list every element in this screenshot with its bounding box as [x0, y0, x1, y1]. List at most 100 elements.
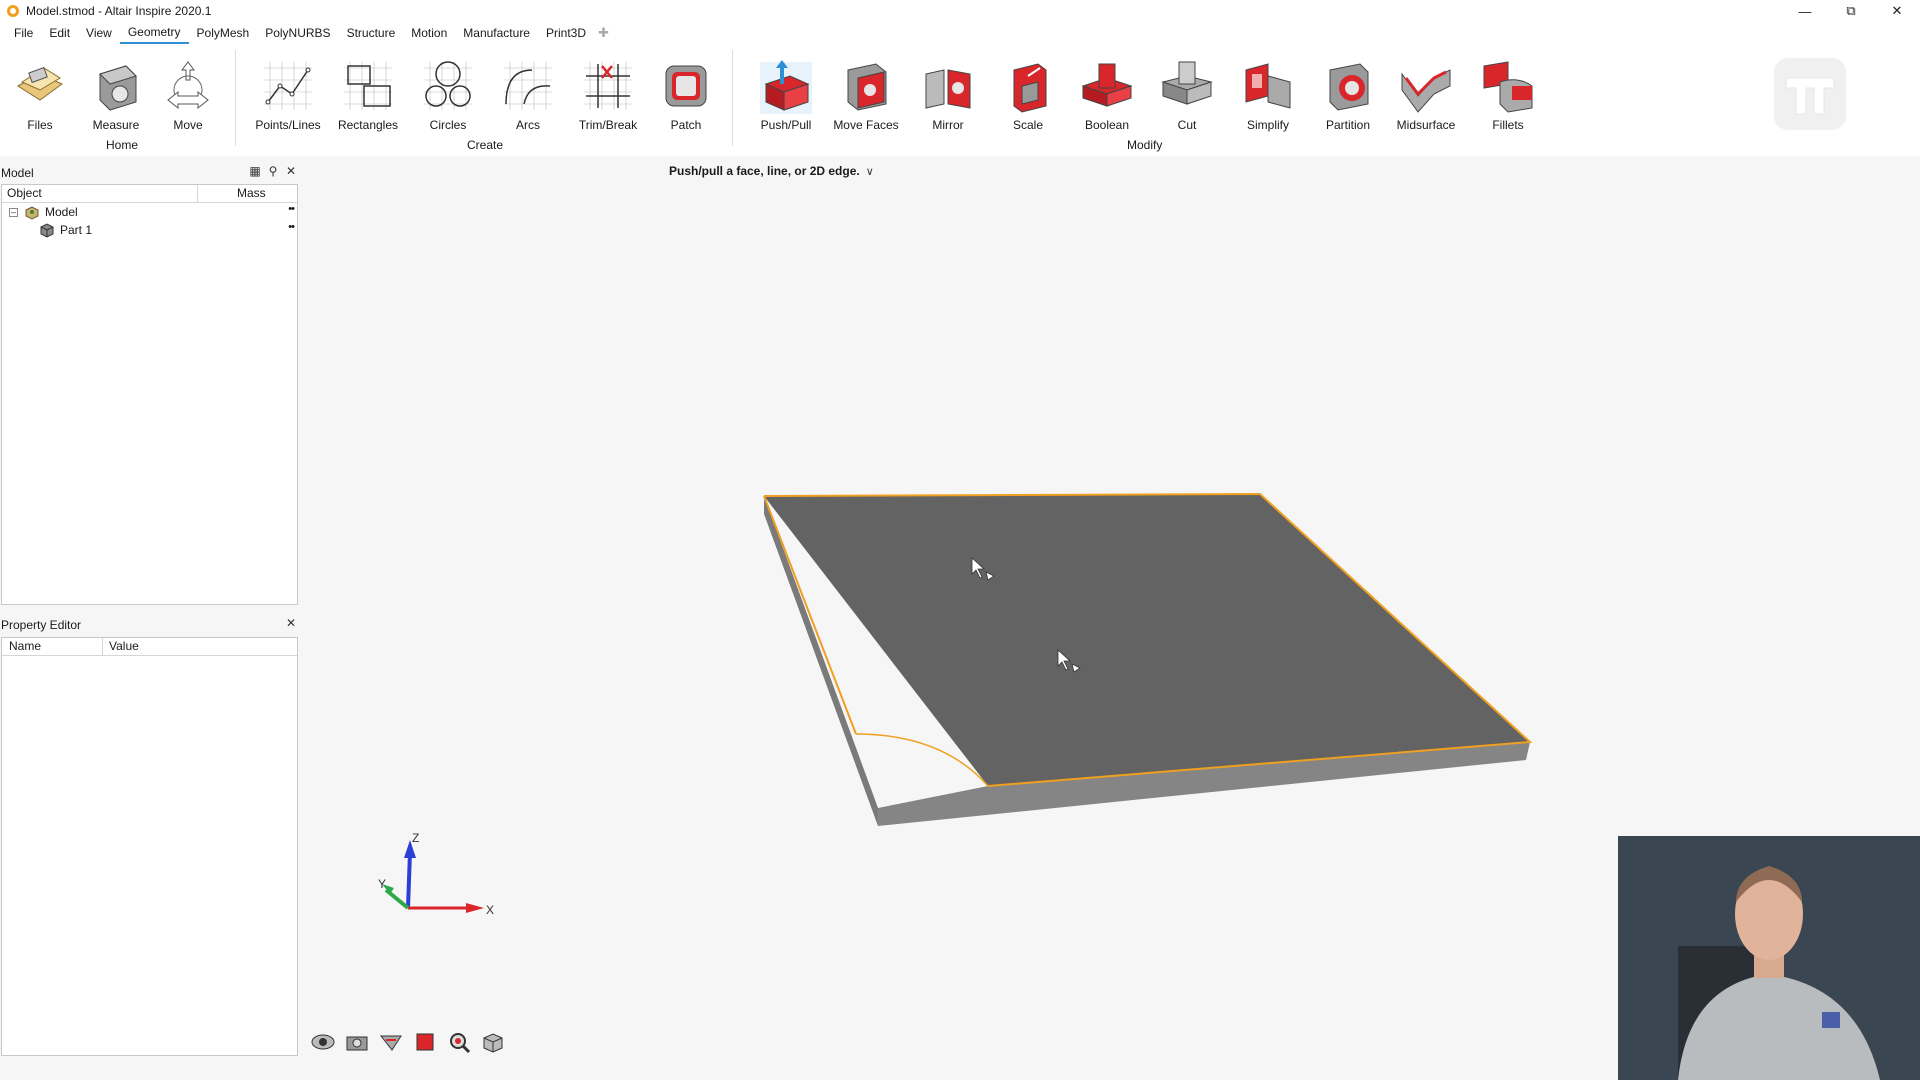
circles-button[interactable]: Circles — [410, 56, 486, 132]
tool-hint-text: Push/pull a face, line, or 2D edge. — [669, 164, 860, 178]
measure-label: Measure — [92, 118, 140, 132]
column-mass[interactable]: Mass — [198, 185, 297, 202]
model-icon — [25, 206, 39, 220]
rectangles-button[interactable]: Rectangles — [330, 56, 406, 132]
boolean-icon — [1081, 63, 1133, 107]
cut-icon — [1161, 61, 1213, 105]
points-lines-label: Points/Lines — [255, 118, 321, 132]
partition-button[interactable]: Partition — [1310, 56, 1386, 132]
cut-button[interactable]: Cut — [1149, 56, 1225, 132]
property-editor-icons: ✕ — [284, 616, 298, 630]
altair-pi-logo — [1774, 58, 1846, 130]
push-pull-icon — [760, 60, 812, 114]
midsurface-label: Midsurface — [1396, 118, 1456, 132]
trim-break-label: Trim/Break — [578, 118, 638, 132]
minimize-button[interactable]: — — [1782, 0, 1828, 22]
row-options-icon[interactable]: •• — [288, 221, 295, 233]
ribbon: Files Measure Move Home Points/Lines Rec… — [0, 44, 1920, 156]
tab-polynurbs[interactable]: PolyNURBS — [257, 22, 338, 44]
column-object[interactable]: Object — [2, 185, 198, 202]
column-value[interactable]: Value — [103, 638, 297, 655]
property-editor-title: Property Editor — [1, 618, 82, 632]
section-cut-icon[interactable] — [378, 1030, 404, 1054]
tab-geometry[interactable]: Geometry — [119, 22, 189, 44]
close-button[interactable]: ✕ — [1874, 0, 1920, 22]
tree-label: Model — [45, 205, 78, 219]
mirror-button[interactable]: Mirror — [910, 56, 986, 132]
collapse-icon[interactable]: – — [9, 207, 18, 217]
move-faces-icon — [847, 63, 887, 111]
fillets-label: Fillets — [1492, 118, 1524, 132]
tree-row-model[interactable]: – Model •• — [2, 203, 297, 221]
tab-manufacture[interactable]: Manufacture — [455, 22, 538, 44]
filter-icon[interactable]: ▦ — [248, 164, 262, 178]
visibility-icon[interactable] — [310, 1030, 336, 1054]
tab-motion[interactable]: Motion — [403, 22, 455, 44]
tool-hint: Push/pull a face, line, or 2D edge. ∨ — [669, 164, 874, 178]
tab-polymesh[interactable]: PolyMesh — [189, 22, 258, 44]
add-tab-icon[interactable]: ✚ — [598, 25, 609, 41]
menu-edit[interactable]: Edit — [41, 22, 78, 44]
group-home-label: Home — [106, 138, 139, 152]
ribbon-separator — [732, 50, 733, 146]
group-modify-label: Modify — [1127, 138, 1163, 152]
camera-icon[interactable] — [344, 1030, 370, 1054]
view-cube-icon[interactable] — [480, 1030, 506, 1054]
points-lines-button[interactable]: Points/Lines — [250, 56, 326, 132]
trim-break-button[interactable]: Trim/Break — [570, 56, 646, 132]
column-name[interactable]: Name — [2, 638, 103, 655]
simplify-button[interactable]: Simplify — [1230, 56, 1306, 132]
simplify-icon — [1245, 63, 1291, 109]
arcs-label: Arcs — [516, 118, 540, 132]
row-options-icon[interactable]: •• — [288, 203, 295, 215]
triad-y-label: Y — [378, 877, 386, 891]
partition-label: Partition — [1325, 118, 1371, 132]
move-button[interactable]: Move — [150, 56, 226, 132]
menu-view[interactable]: View — [78, 22, 120, 44]
chevron-down-icon[interactable]: ∨ — [866, 165, 874, 178]
patch-button[interactable]: Patch — [648, 56, 724, 132]
window-title: Model.stmod - Altair Inspire 2020.1 — [26, 4, 212, 18]
files-button[interactable]: Files — [2, 56, 78, 132]
app-window: Model.stmod - Altair Inspire 2020.1 — ⧉ … — [0, 0, 1920, 1080]
move-icon — [167, 61, 209, 110]
triad-x-label: X — [486, 903, 494, 917]
model-3d-view[interactable] — [740, 480, 1540, 840]
plate-top-face[interactable] — [764, 494, 1530, 786]
push-pull-label: Push/Pull — [760, 118, 812, 132]
model-browser: Object Mass – Model •• Part 1 •• — [1, 184, 298, 605]
measure-button[interactable]: Measure — [78, 56, 154, 132]
view-plane-icon[interactable] — [412, 1030, 438, 1054]
search-icon[interactable]: ⚲ — [266, 164, 280, 178]
tab-print3d[interactable]: Print3D — [538, 22, 594, 44]
boolean-label: Boolean — [1084, 118, 1130, 132]
arcs-button[interactable]: Arcs — [490, 56, 566, 132]
midsurface-button[interactable]: Midsurface — [1388, 56, 1464, 132]
property-editor: Name Value — [1, 637, 298, 1056]
scale-button[interactable]: Scale — [990, 56, 1066, 132]
scale-icon — [1013, 63, 1047, 113]
triad-z-label: Z — [412, 832, 419, 845]
zoom-icon[interactable] — [446, 1030, 472, 1054]
restore-button[interactable]: ⧉ — [1828, 0, 1874, 22]
menu-bar: File Edit View Geometry PolyMesh PolyNUR… — [0, 22, 1920, 44]
window-controls: — ⧉ ✕ — [1782, 0, 1920, 22]
title-bar: Model.stmod - Altair Inspire 2020.1 — ⧉ … — [0, 0, 1920, 22]
app-logo-icon — [7, 5, 19, 17]
close-icon[interactable]: ✕ — [284, 164, 298, 178]
fillets-button[interactable]: Fillets — [1470, 56, 1546, 132]
patch-label: Patch — [670, 118, 702, 132]
rectangles-icon — [344, 62, 392, 110]
move-faces-button[interactable]: Move Faces — [828, 56, 904, 132]
tab-structure[interactable]: Structure — [339, 22, 404, 44]
files-label: Files — [27, 118, 53, 132]
view-toolbar — [310, 1030, 506, 1054]
push-pull-button[interactable]: Push/Pull — [748, 56, 824, 132]
property-editor-columns: Name Value — [2, 638, 297, 656]
close-icon[interactable]: ✕ — [284, 616, 298, 630]
tree-row-part[interactable]: Part 1 •• — [2, 221, 297, 239]
menu-file[interactable]: File — [6, 22, 41, 44]
model-panel-header: Model ▦ ⚲ ✕ — [0, 164, 298, 182]
tree-label: Part 1 — [60, 223, 93, 237]
boolean-button[interactable]: Boolean — [1069, 56, 1145, 132]
